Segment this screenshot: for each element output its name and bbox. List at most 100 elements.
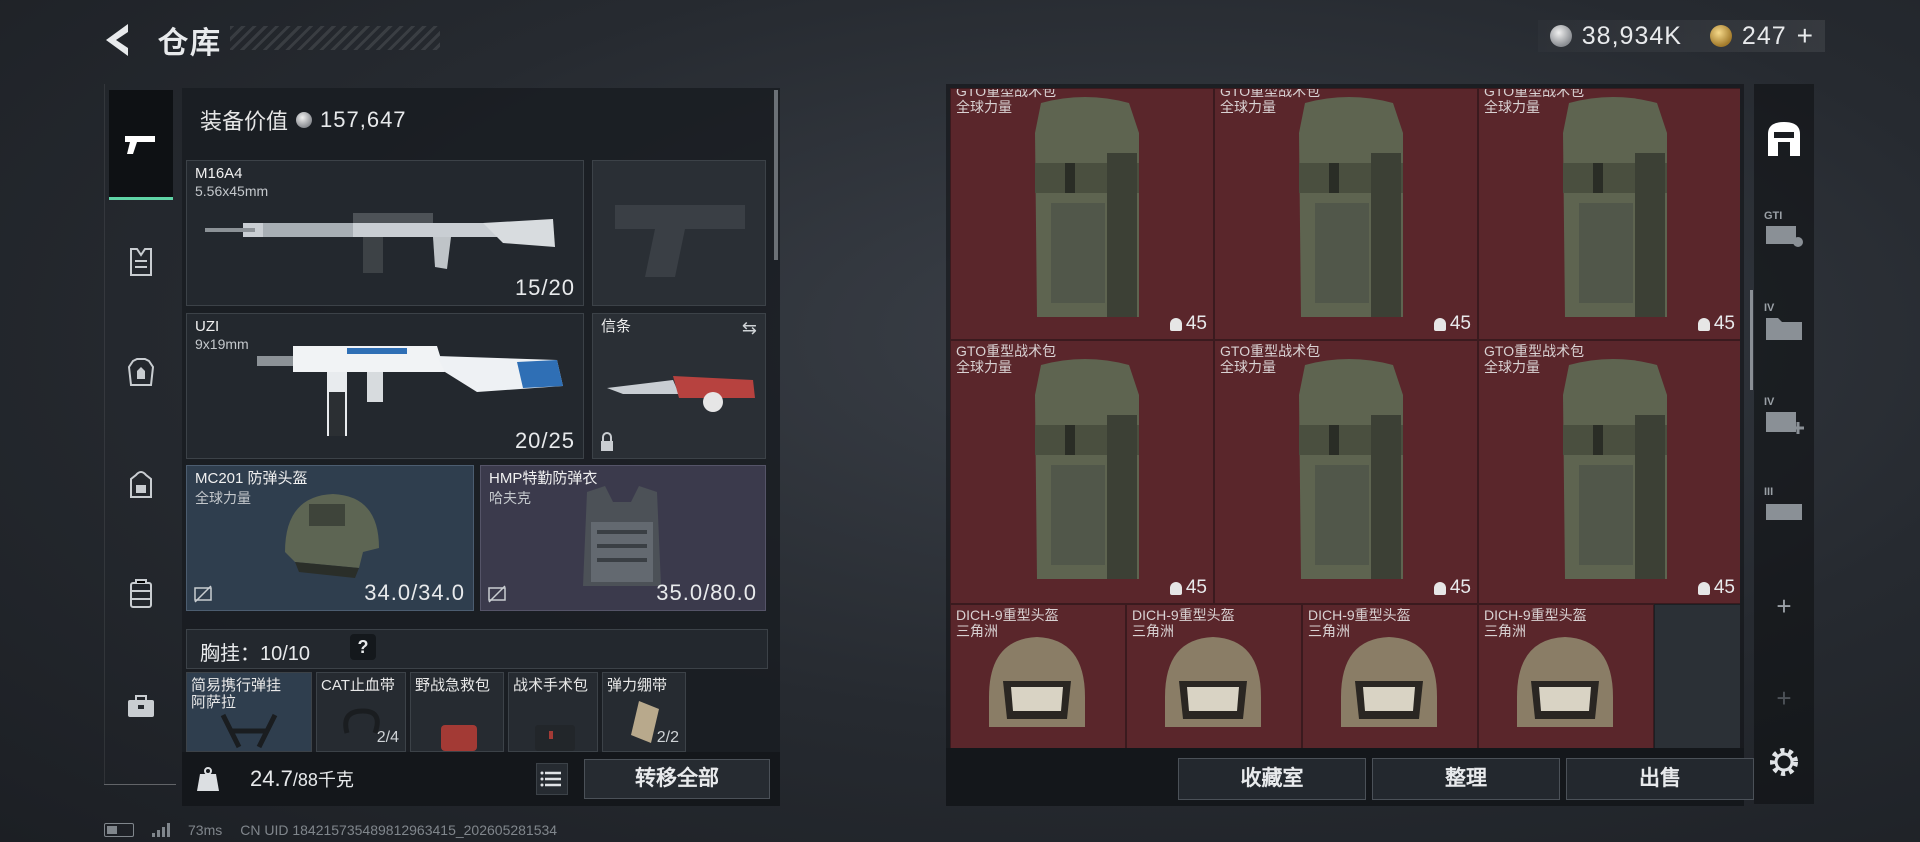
helmet-durability: 34.0/34.0 xyxy=(364,580,465,605)
storage-item-backpack[interactable]: GTO重型战术包 全球力量 45 xyxy=(1214,340,1478,604)
storage-item-helmet[interactable]: DICH-9重型头盔 三角洲 xyxy=(950,604,1126,748)
weight-icon xyxy=(197,767,219,791)
equipment-scrollbar[interactable] xyxy=(774,90,778,260)
primary-weapon-slot[interactable]: M16A4 5.56x45mm 15/20 xyxy=(186,160,584,306)
storage-home-tab[interactable] xyxy=(1762,116,1806,160)
capacity-icon xyxy=(1169,581,1182,595)
pistol-icon xyxy=(125,135,155,154)
storage-item-backpack[interactable]: GTO重型战术包 全球力量 45 xyxy=(950,340,1214,604)
chest-rig-help-button[interactable]: ? xyxy=(350,634,376,660)
secondary-weapon-slot[interactable]: UZI 9x19mm 20/25 xyxy=(186,313,584,459)
helmet-item-icon xyxy=(1341,637,1437,727)
backpack-item-icon xyxy=(1563,97,1667,317)
battery-icon xyxy=(104,823,134,837)
chest-item-label: CAT止血带 xyxy=(321,677,395,694)
storage-empty-cell[interactable] xyxy=(1654,604,1740,748)
add-storage-tab-button[interactable]: + xyxy=(1762,584,1806,628)
page-title: 仓库 xyxy=(158,27,222,60)
sell-button[interactable]: 出售 xyxy=(1566,758,1754,800)
helmet-slot[interactable]: MC201 防弹头盔 全球力量 34.0/34.0 xyxy=(186,465,474,611)
organize-button[interactable]: 整理 xyxy=(1372,758,1560,800)
settings-button[interactable] xyxy=(1762,740,1806,784)
nav-toolbox[interactable] xyxy=(113,678,169,734)
list-view-button[interactable] xyxy=(536,763,568,795)
nav-weapons[interactable] xyxy=(109,90,173,200)
surgery-kit-icon xyxy=(535,725,575,751)
storage-item-helmet[interactable]: DICH-9重型头盔 三角洲 xyxy=(1478,604,1654,748)
storage-item-helmet[interactable]: DICH-9重型头盔 三角洲 xyxy=(1302,604,1478,748)
helmet-item-icon xyxy=(1517,637,1613,727)
storage-item-backpack[interactable]: GTO重型战术包 全球力量 45 xyxy=(950,88,1214,340)
status-footer: 73ms CN UID 18421573548981296341​5_20260… xyxy=(104,822,557,838)
no-insurance-icon xyxy=(488,585,506,603)
storage-item-backpack[interactable]: GTO重型战术包 全球力量 45 xyxy=(1478,340,1740,604)
primary-weapon-name: M16A4 xyxy=(195,165,243,182)
gold-balance: 247 xyxy=(1741,21,1787,50)
item-faction: 全球力量 xyxy=(956,359,1012,375)
chest-item-label: 战术手术包 xyxy=(513,677,589,694)
nav-divider xyxy=(104,784,176,785)
nav-armor[interactable] xyxy=(113,344,169,400)
chest-item-4[interactable]: 弹力绷带 2/2 xyxy=(602,672,686,752)
helmet-item-icon xyxy=(989,637,1085,727)
lock-icon xyxy=(601,432,613,451)
ping-value: 73ms xyxy=(188,822,223,838)
item-capacity: 45 xyxy=(1697,313,1735,335)
capacity-value: 45 xyxy=(1713,577,1735,598)
melee-slot[interactable]: 信条 ⇆ xyxy=(592,313,766,459)
helmet-faction: 全球力量 xyxy=(195,490,251,506)
pistol-silhouette-icon xyxy=(615,205,745,277)
nav-chest-rig[interactable] xyxy=(113,234,169,290)
rifle-icon xyxy=(205,213,555,273)
medkit-iv-icon xyxy=(1766,412,1804,434)
storage-item-backpack[interactable]: GTO重型战术包 全球力量 45 xyxy=(1214,88,1478,340)
collection-room-button[interactable]: 收藏室 xyxy=(1178,758,1366,800)
storage-tab-iv-1[interactable]: IV xyxy=(1762,300,1806,344)
tab-label: IV xyxy=(1764,302,1775,314)
storage-home-icon xyxy=(1768,122,1800,156)
sidearm-slot-empty[interactable] xyxy=(592,160,766,306)
equipment-value: 装备价值 157,647 xyxy=(200,104,407,136)
chest-item-2[interactable]: 野战急救包 xyxy=(410,672,504,752)
armor-slot[interactable]: HMP特勤防弹衣 哈夫克 35.0/80.0 xyxy=(480,465,766,611)
primary-weapon-caliber: 5.56x45mm xyxy=(195,183,269,199)
storage-item-backpack[interactable]: GTO重型战术包 全球力量 45 xyxy=(1478,88,1740,340)
storage-tab-gti[interactable]: GTI xyxy=(1762,208,1806,252)
weight-value: 24.7/88千克 xyxy=(250,766,354,792)
transfer-all-button[interactable]: 转移全部 xyxy=(584,759,770,799)
back-button[interactable] xyxy=(98,18,142,62)
silver-balance: 38,934K xyxy=(1581,21,1682,50)
secondary-weapon-caliber: 9x19mm xyxy=(195,336,249,352)
equipment-value-label: 装备价值 xyxy=(200,109,289,134)
armor-faction: 哈夫克 xyxy=(489,490,531,506)
list-icon xyxy=(540,771,561,787)
armor-icon xyxy=(127,358,155,386)
toolbox-icon xyxy=(128,695,154,717)
tab-label: III xyxy=(1764,486,1774,498)
swap-icon[interactable]: ⇆ xyxy=(742,318,757,339)
nav-container[interactable] xyxy=(113,566,169,622)
chest-item-3[interactable]: 战术手术包 xyxy=(508,672,598,752)
chest-item-1[interactable]: CAT止血带 2/4 xyxy=(316,672,406,752)
silver-coin-icon xyxy=(296,112,313,128)
storage-tabs-scrollbar[interactable] xyxy=(1750,290,1753,390)
storage-tab-iii[interactable]: III xyxy=(1762,484,1806,528)
storage-item-helmet[interactable]: DICH-9重型头盔 三角洲 xyxy=(1126,604,1302,748)
no-insurance-icon xyxy=(194,585,212,603)
gti-expansion-icon xyxy=(1766,226,1803,247)
item-capacity: 45 xyxy=(1433,577,1471,599)
storage-tab-iv-2[interactable]: IV xyxy=(1762,394,1806,438)
add-storage-tab-button-disabled[interactable]: + xyxy=(1762,676,1806,720)
chest-rig-label: 胸挂：10/10 xyxy=(200,637,310,666)
equipment-value-number: 157,647 xyxy=(320,107,407,132)
first-aid-kit-icon xyxy=(441,725,477,751)
item-capacity: 45 xyxy=(1169,577,1207,599)
capacity-value: 45 xyxy=(1185,577,1207,598)
nav-backpack[interactable] xyxy=(113,456,169,512)
chest-rig-item-icon xyxy=(220,713,278,749)
add-gold-button[interactable]: + xyxy=(1797,20,1813,52)
folder-iv-icon xyxy=(1766,318,1802,340)
chest-item-0[interactable]: 简易携行弹挂 阿萨拉 xyxy=(186,672,312,752)
silver-coin-icon xyxy=(1549,25,1572,47)
backpack-item-icon xyxy=(1035,97,1139,317)
